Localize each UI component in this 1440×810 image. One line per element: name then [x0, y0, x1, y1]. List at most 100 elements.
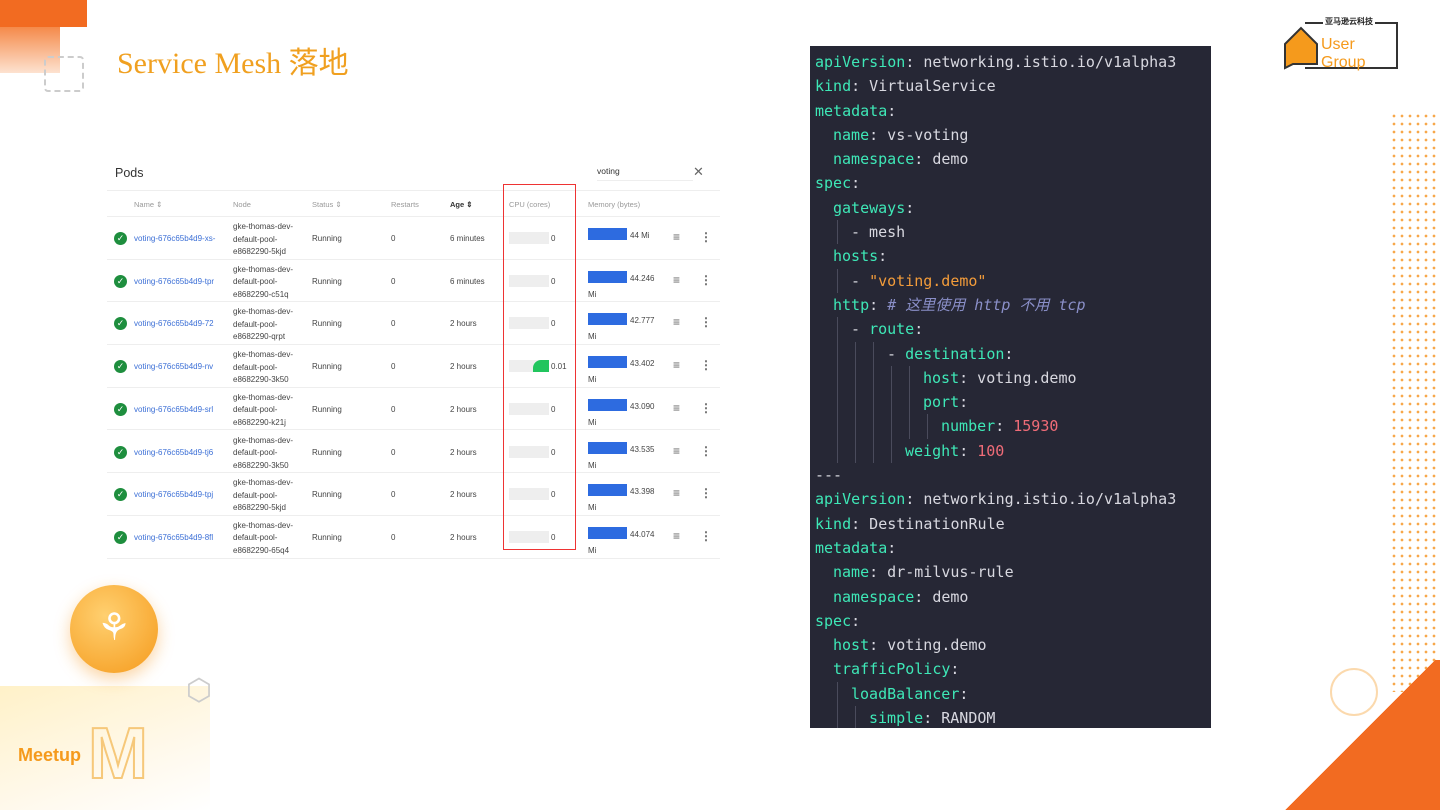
- more-menu-icon[interactable]: ⋮: [700, 230, 712, 244]
- table-row[interactable]: ✓ voting-676c65b4d9-tj6 gke-thomas-dev-d…: [107, 431, 720, 474]
- table-row[interactable]: ✓ voting-676c65b4d9-8fl gke-thomas-dev-d…: [107, 516, 720, 559]
- pod-name-link[interactable]: voting-676c65b4d9-tj6: [134, 448, 226, 457]
- more-menu-icon[interactable]: ⋮: [700, 315, 712, 329]
- indent-guide: [837, 365, 838, 391]
- tree-orb-icon: ⚘: [70, 585, 158, 673]
- status-text: Running: [312, 362, 342, 372]
- header-status[interactable]: Status ⇕: [312, 200, 342, 209]
- hexagon-decor-icon: ⬡: [185, 674, 213, 707]
- indent-guide: [891, 365, 892, 391]
- indent-guide: [873, 414, 874, 439]
- code-token: :: [959, 393, 969, 412]
- restarts-value: 0: [391, 532, 396, 542]
- header-name[interactable]: Name ⇕: [134, 200, 162, 209]
- code-token: :: [995, 417, 1014, 436]
- memory-value: 44 Mi: [630, 231, 650, 240]
- code-line: spec:: [815, 609, 1211, 633]
- indent-guide: [891, 438, 892, 464]
- indent-guide: [855, 706, 856, 728]
- logs-icon[interactable]: ≡: [673, 230, 680, 244]
- search-input[interactable]: voting: [597, 166, 693, 181]
- indent-guide: [891, 414, 892, 439]
- code-line: name: vs-voting: [815, 123, 1211, 147]
- pod-name-link[interactable]: voting-676c65b4d9-72: [134, 319, 226, 328]
- code-token: : demo: [914, 587, 969, 606]
- pod-name-link[interactable]: voting-676c65b4d9-8fl: [134, 533, 226, 542]
- indent-guide: [837, 268, 838, 293]
- age-value: 2 hours: [450, 404, 477, 414]
- logs-icon[interactable]: ≡: [673, 401, 680, 415]
- header-age[interactable]: Age ⇕: [450, 200, 473, 209]
- node-name: gke-thomas-dev-default-pool-e8682290-65q…: [233, 520, 294, 555]
- status-ok-icon: ✓: [114, 274, 127, 288]
- code-token: name: [833, 563, 870, 582]
- logs-icon[interactable]: ≡: [673, 358, 680, 372]
- more-menu-icon[interactable]: ⋮: [700, 358, 712, 372]
- pod-name-link[interactable]: voting-676c65b4d9-srl: [134, 405, 226, 414]
- table-row[interactable]: ✓ voting-676c65b4d9-srl gke-thomas-dev-d…: [107, 388, 720, 431]
- more-menu-icon[interactable]: ⋮: [700, 401, 712, 415]
- pod-name-link[interactable]: voting-676c65b4d9-tpr: [134, 277, 226, 286]
- header-memory: Memory (bytes): [588, 200, 641, 209]
- logs-icon[interactable]: ≡: [673, 529, 680, 543]
- indent-guide: [837, 317, 838, 342]
- code-line: host: voting.demo: [815, 633, 1211, 657]
- pod-name-link[interactable]: voting-676c65b4d9-nv: [134, 362, 226, 371]
- code-token: :: [950, 660, 960, 679]
- status-text: Running: [312, 276, 342, 286]
- slide-title: Service Mesh 落地: [117, 47, 349, 80]
- code-token: name: [833, 125, 870, 144]
- indent-guide: [837, 390, 838, 415]
- node-name: gke-thomas-dev-default-pool-e8682290-3k5…: [233, 350, 294, 385]
- clear-search-icon[interactable]: ✕: [693, 164, 704, 180]
- indent-guide: [855, 414, 856, 439]
- code-token: namespace: [833, 587, 915, 606]
- table-row[interactable]: ✓ voting-676c65b4d9-72 gke-thomas-dev-de…: [107, 302, 720, 346]
- code-token: simple: [869, 709, 924, 728]
- code-token: :: [869, 295, 888, 314]
- code-token: :: [878, 247, 888, 266]
- node-name: gke-thomas-dev-default-pool-e8682290-qrp…: [233, 307, 294, 342]
- logs-icon[interactable]: ≡: [673, 444, 680, 458]
- code-token: :: [914, 320, 924, 339]
- code-token: : VirtualService: [851, 77, 996, 96]
- status-text: Running: [312, 404, 342, 414]
- restarts-value: 0: [391, 404, 396, 414]
- more-menu-icon[interactable]: ⋮: [700, 273, 712, 287]
- indent-guide: [873, 438, 874, 464]
- indent-guide: [837, 341, 838, 366]
- code-line: hosts:: [815, 244, 1211, 268]
- more-menu-icon[interactable]: ⋮: [700, 529, 712, 543]
- indent-guide: [873, 341, 874, 366]
- table-row[interactable]: ✓ voting-676c65b4d9-nv gke-thomas-dev-de…: [107, 345, 720, 388]
- indent-guide: [837, 681, 838, 707]
- logs-icon[interactable]: ≡: [673, 273, 680, 287]
- logs-icon[interactable]: ≡: [673, 486, 680, 500]
- code-token: - mesh: [851, 223, 906, 242]
- status-text: Running: [312, 234, 342, 243]
- pod-name-link[interactable]: voting-676c65b4d9-tpj: [134, 490, 226, 499]
- code-token: kind: [815, 77, 852, 96]
- status-text: Running: [312, 447, 342, 457]
- table-row[interactable]: ✓ voting-676c65b4d9-tpr gke-thomas-dev-d…: [107, 260, 720, 303]
- code-token: :: [851, 174, 861, 193]
- code-token: route: [869, 320, 915, 339]
- status-text: Running: [312, 532, 342, 542]
- table-row[interactable]: ✓ voting-676c65b4d9-tpj gke-thomas-dev-d…: [107, 473, 720, 516]
- more-menu-icon[interactable]: ⋮: [700, 486, 712, 500]
- code-token: :: [851, 611, 861, 630]
- more-menu-icon[interactable]: ⋮: [700, 444, 712, 458]
- code-line: name: dr-milvus-rule: [815, 560, 1211, 584]
- code-token: # 这里使用 http 不用 tcp: [887, 295, 1086, 314]
- code-token: namespace: [833, 150, 915, 169]
- memory-value: 43.090 Mi: [588, 401, 655, 427]
- table-row[interactable]: ✓ voting-676c65b4d9-xs- gke-thomas-dev-d…: [107, 217, 720, 260]
- pod-name-link[interactable]: voting-676c65b4d9-xs-: [134, 234, 226, 243]
- logs-icon[interactable]: ≡: [673, 315, 680, 329]
- code-token: number: [941, 417, 996, 436]
- code-line: namespace: demo: [815, 147, 1211, 171]
- dot-pattern-decor: [1390, 112, 1440, 692]
- memory-value: 43.398 Mi: [588, 487, 655, 513]
- node-name: gke-thomas-dev-default-pool-e8682290-k21…: [233, 392, 294, 427]
- table-header: Name ⇕ Node Status ⇕ Restarts Age ⇕ CPU …: [107, 190, 720, 217]
